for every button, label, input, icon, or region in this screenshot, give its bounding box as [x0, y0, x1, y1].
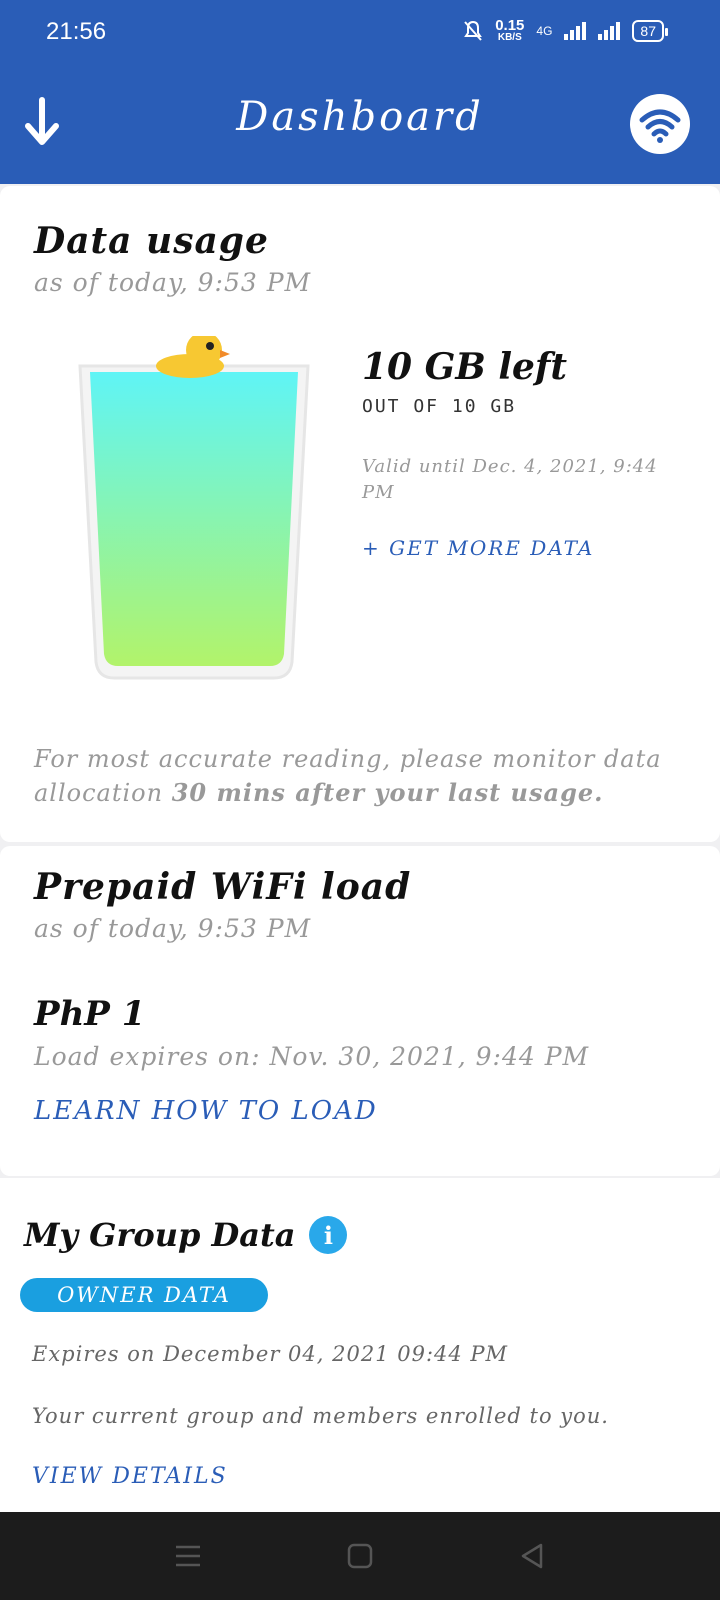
page-title: Dashboard — [236, 94, 484, 140]
data-glass-graphic — [78, 336, 310, 680]
data-usage-timestamp: as of today, 9:53 PM — [34, 268, 312, 297]
status-icons: 0.15 KB/S 4G 87 — [463, 17, 668, 43]
group-description: Your current group and members enrolled … — [32, 1404, 609, 1428]
home-icon[interactable] — [340, 1536, 380, 1576]
prepaid-load-card: Prepaid WiFi load as of today, 9:53 PM P… — [0, 846, 720, 1176]
duck-icon — [156, 336, 230, 378]
group-data-title: My Group Data — [24, 1216, 296, 1254]
prepaid-balance: PhP 1 — [34, 994, 146, 1034]
system-nav-bar — [0, 1512, 720, 1600]
data-left-amount: 10 GB left — [362, 346, 568, 388]
data-usage-title: Data usage — [34, 220, 269, 262]
note-bold-text: 30 mins after your last usage. — [171, 778, 604, 807]
info-icon[interactable]: i — [309, 1216, 348, 1254]
signal-icon — [564, 21, 587, 40]
data-usage-card: Data usage as of today, 9:53 PM 10 GB le… — [0, 186, 720, 842]
view-details-link[interactable]: VIEW DETAILS — [32, 1464, 228, 1489]
group-data-header: My Group Data i — [24, 1216, 348, 1254]
learn-how-to-load-link[interactable]: LEARN HOW TO LOAD — [34, 1096, 378, 1126]
prepaid-title: Prepaid WiFi load — [34, 866, 412, 908]
group-data-card: My Group Data i OWNER DATA Expires on De… — [0, 1178, 720, 1512]
network-speed: 0.15 KB/S — [495, 17, 525, 43]
get-more-data-link[interactable]: + GET MORE DATA — [362, 536, 594, 560]
status-bar: 21:56 0.15 KB/S 4G 87 — [0, 0, 720, 64]
status-time: 21:56 — [46, 18, 107, 45]
data-usage-note: For most accurate reading, please monito… — [34, 742, 694, 810]
prepaid-expiry: Load expires on: Nov. 30, 2021, 9:44 PM — [34, 1042, 590, 1071]
back-icon[interactable] — [512, 1536, 552, 1576]
data-total: OUT OF 10 GB — [362, 396, 517, 417]
group-expiry: Expires on December 04, 2021 09:44 PM — [32, 1342, 509, 1366]
wifi-logo-icon[interactable] — [630, 94, 690, 154]
menu-icon[interactable] — [168, 1536, 208, 1576]
data-valid-until: Valid until Dec. 4, 2021, 9:44 PM — [362, 456, 658, 503]
owner-data-badge: OWNER DATA — [20, 1278, 268, 1312]
network-type: 4G — [536, 23, 553, 38]
prepaid-timestamp: as of today, 9:53 PM — [34, 914, 312, 943]
battery-icon: 87 — [632, 19, 668, 42]
signal-icon-2 — [598, 21, 621, 40]
mute-icon — [464, 20, 483, 41]
app-header: Dashboard — [0, 64, 720, 184]
